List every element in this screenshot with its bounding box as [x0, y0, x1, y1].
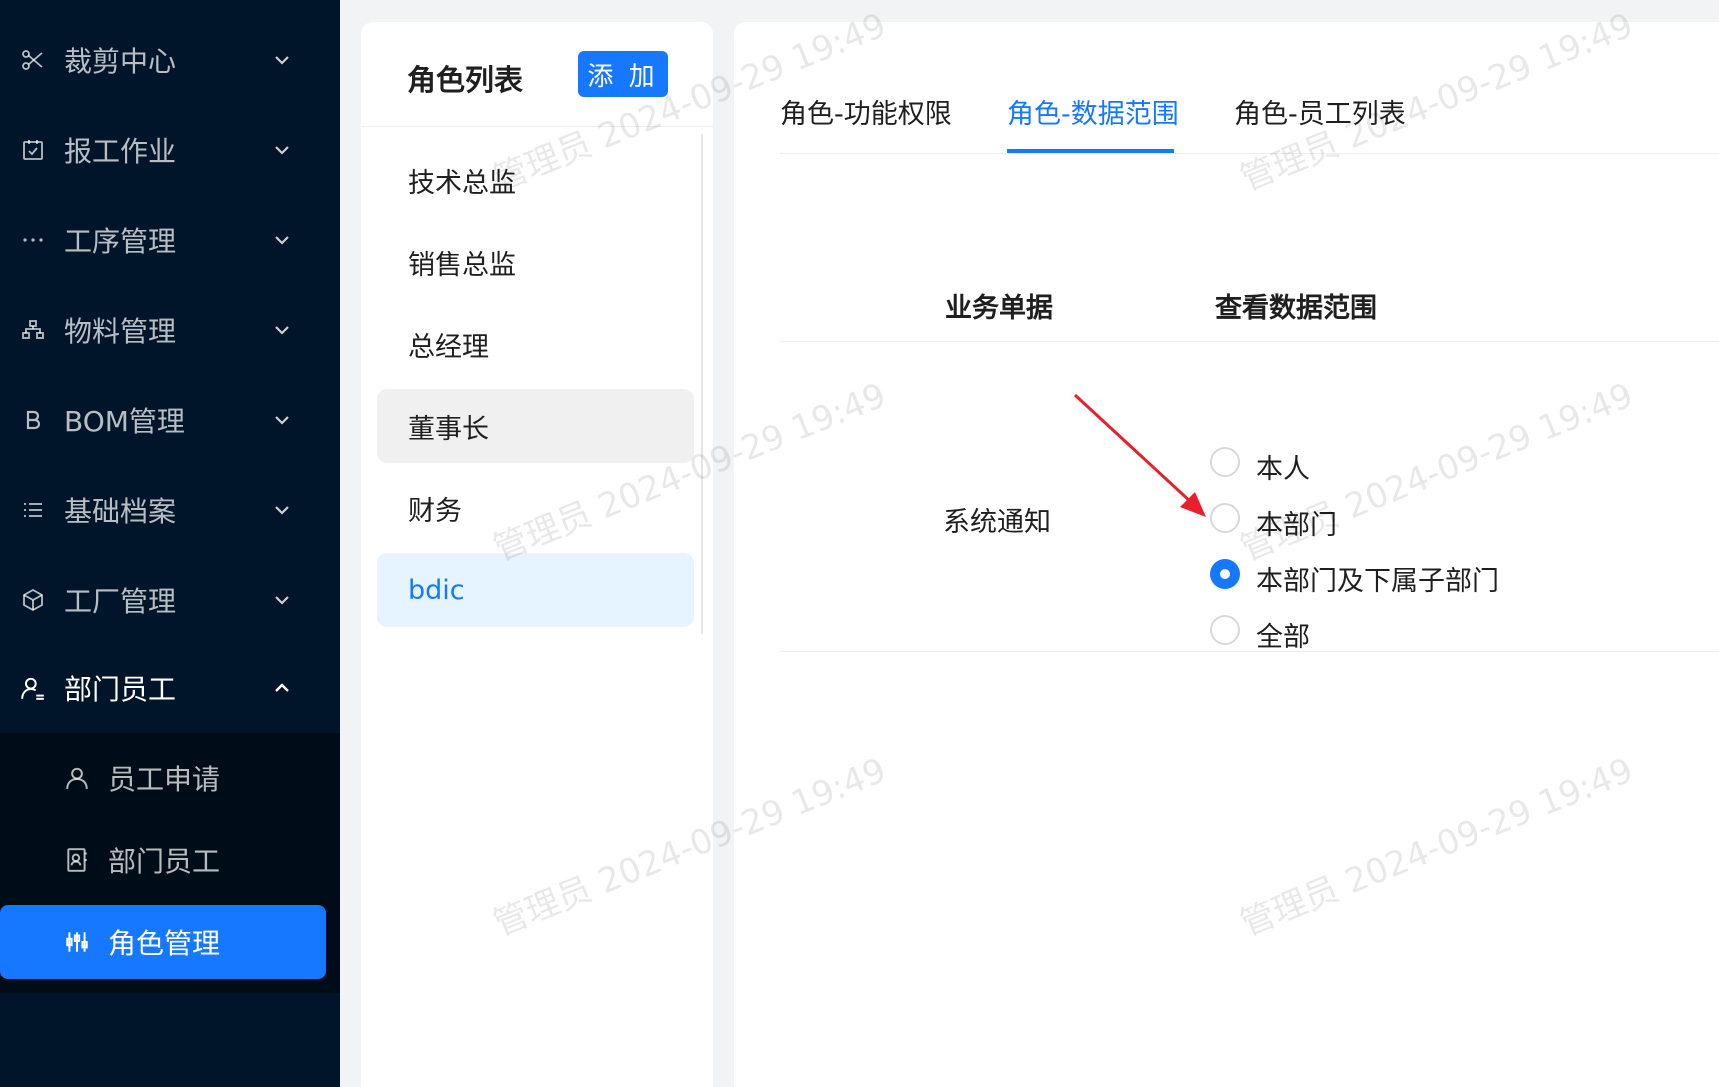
cube-icon: [18, 585, 48, 615]
menu-item-bom[interactable]: BOM管理: [0, 375, 340, 465]
table-row: 系统通知 本人 本部门 本部门及下属子部门 全部: [780, 342, 1719, 653]
menu-item-work-report[interactable]: 报工作业: [0, 105, 340, 195]
add-role-button[interactable]: 添 加: [578, 51, 668, 97]
tab-data-scope[interactable]: 角色-数据范围: [1007, 92, 1179, 131]
role-list-title: 角色列表: [407, 63, 524, 97]
radio-option-dept-and-sub[interactable]: 本部门及下属子部门: [1210, 554, 1499, 597]
chevron-down-icon: [272, 140, 292, 160]
role-item[interactable]: 销售总监: [377, 225, 694, 299]
submenu-item-staff-apply[interactable]: 员工申请: [0, 741, 340, 815]
submenu-label: 角色管理: [108, 927, 221, 960]
submenu-item-role-manage[interactable]: 角色管理: [0, 905, 326, 979]
menu-label: 物料管理: [64, 315, 177, 348]
menu-label: BOM管理: [64, 405, 185, 438]
chevron-down-icon: [272, 50, 292, 70]
radio-option-all[interactable]: 全部: [1210, 610, 1310, 653]
radio-label: 本部门及下属子部门: [1256, 565, 1499, 597]
list-icon: [18, 495, 48, 525]
table-header: 业务单据 查看数据范围: [780, 262, 1719, 342]
role-list-header: 角色列表 添 加: [361, 22, 713, 127]
radio-button[interactable]: [1210, 615, 1240, 645]
menu-item-process[interactable]: 工序管理: [0, 195, 340, 285]
submenu-label: 员工申请: [108, 763, 221, 796]
submenu-dept-staff: 员工申请 部门员工 角色管理: [0, 733, 340, 993]
sliders-icon: [62, 927, 92, 957]
role-detail-panel: 角色-功能权限 角色-数据范围 角色-员工列表 业务单据 查看数据范围 系统通知…: [734, 22, 1719, 1087]
chevron-down-icon: [272, 500, 292, 520]
role-item[interactable]: 财务: [377, 471, 694, 545]
radio-label: 全部: [1256, 621, 1310, 653]
bold-b-icon: [18, 405, 48, 435]
chevron-down-icon: [272, 590, 292, 610]
menu-label: 裁剪中心: [64, 45, 177, 78]
column-header-doc: 业务单据: [945, 293, 1053, 324]
menu-label: 基础档案: [64, 495, 177, 528]
scissors-icon: [18, 45, 48, 75]
submenu-item-dept-staff[interactable]: 部门员工: [0, 823, 340, 897]
radio-option-dept[interactable]: 本部门: [1210, 498, 1337, 541]
menu-label: 工厂管理: [64, 585, 177, 618]
tab-function-permission[interactable]: 角色-功能权限: [780, 92, 952, 131]
menu-item-factory[interactable]: 工厂管理: [0, 555, 340, 645]
chevron-down-icon: [272, 320, 292, 340]
tab-bar: 角色-功能权限 角色-数据范围 角色-员工列表: [780, 82, 1719, 154]
role-item[interactable]: 总经理: [377, 307, 694, 381]
chevron-up-icon: [272, 678, 292, 698]
sidebar-footer: [0, 993, 340, 1087]
submenu-label: 部门员工: [108, 845, 221, 878]
menu-label: 部门员工: [64, 673, 177, 706]
calendar-check-icon: [18, 135, 48, 165]
sidebar: 裁剪中心 报工作业 工序管理 物料管理 BOM管理 基础档案 工厂管理 部门员工…: [0, 0, 340, 1087]
doc-name-cell: 系统通知: [943, 507, 1051, 538]
radio-button[interactable]: [1210, 447, 1240, 477]
role-item[interactable]: 技术总监: [377, 143, 694, 217]
user-add-icon: [18, 673, 48, 703]
tab-staff-list[interactable]: 角色-员工列表: [1234, 92, 1406, 131]
ellipsis-icon: [18, 225, 48, 255]
role-list-scrollbar[interactable]: [701, 134, 703, 634]
chevron-down-icon: [272, 410, 292, 430]
user-icon: [62, 763, 92, 793]
radio-button-checked[interactable]: [1210, 559, 1240, 589]
radio-option-self[interactable]: 本人: [1210, 442, 1310, 485]
role-item-selected[interactable]: bdic: [377, 553, 694, 627]
cluster-icon: [18, 315, 48, 345]
tab-active-indicator: [1007, 149, 1174, 153]
menu-label: 工序管理: [64, 225, 177, 258]
radio-label: 本人: [1256, 453, 1310, 485]
contacts-icon: [62, 845, 92, 875]
menu-label: 报工作业: [64, 135, 177, 168]
menu-item-archive[interactable]: 基础档案: [0, 465, 340, 555]
menu-item-dept-staff[interactable]: 部门员工: [0, 643, 340, 733]
chevron-down-icon: [272, 230, 292, 250]
role-list-panel: 角色列表 添 加 技术总监 销售总监 总经理 董事长 财务 bdic: [361, 22, 713, 1087]
menu-item-material[interactable]: 物料管理: [0, 285, 340, 375]
role-item[interactable]: 董事长: [377, 389, 694, 463]
radio-label: 本部门: [1256, 509, 1337, 541]
radio-button[interactable]: [1210, 503, 1240, 533]
menu-item-cut-center[interactable]: 裁剪中心: [0, 15, 340, 105]
column-header-scope: 查看数据范围: [1215, 293, 1377, 324]
